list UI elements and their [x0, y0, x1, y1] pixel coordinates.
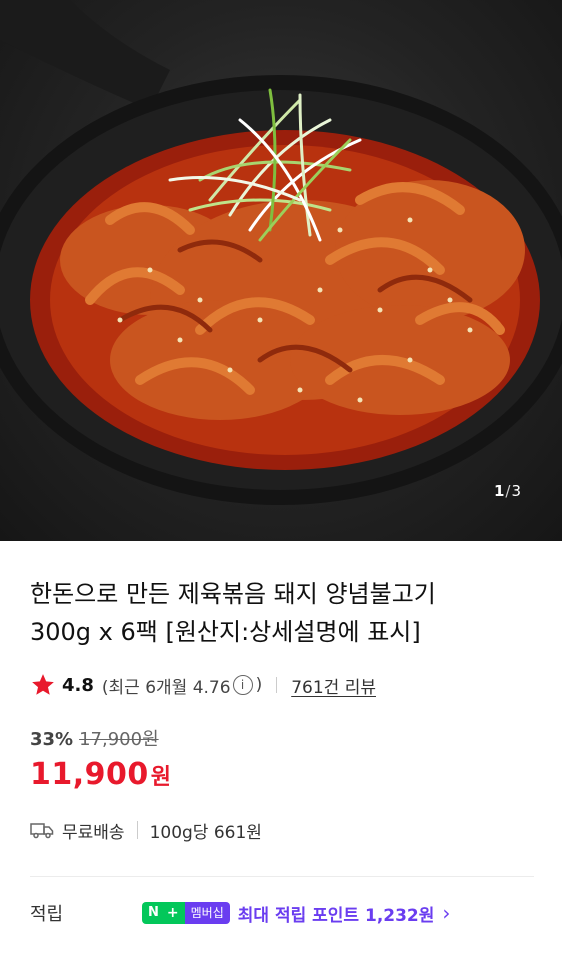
product-title: 한돈으로 만든 제육볶음 돼지 양념불고기 300g x 6팩 [원산지:상세설… [30, 541, 534, 651]
rating-recent: (최근 6개월 4.76 [101, 677, 231, 698]
product-image-gallery[interactable]: 1/3 [0, 0, 562, 541]
chevron-right-icon[interactable]: › [442, 901, 450, 925]
gallery-total: 3 [511, 482, 522, 500]
divider [276, 677, 278, 693]
points-label: 적립 [30, 904, 64, 925]
sale-price-number: 11,900 [30, 757, 149, 792]
sale-price: 11,900 원 [30, 757, 534, 792]
product-title-line1: 한돈으로 만든 제육볶음 돼지 양념불고기 [30, 580, 436, 608]
rating-score: 4.8 [62, 674, 94, 696]
membership-badge: N + 멤버십 [142, 902, 230, 924]
rating-recent-close: ) [255, 675, 263, 695]
discount-rate: 33% [30, 729, 74, 750]
product-info: 한돈으로 만든 제육볶음 돼지 양념불고기 300g x 6팩 [원산지:상세설… [0, 541, 562, 927]
section-divider [30, 876, 534, 877]
divider [136, 821, 138, 839]
gallery-current: 1 [493, 482, 506, 500]
reviews-link[interactable]: 761건 리뷰 [291, 673, 376, 698]
free-shipping: 무료배송 [62, 822, 125, 843]
star-icon [32, 674, 54, 695]
rating-row: 4.8 (최근 6개월 4.76 i ) 761건 리뷰 [30, 671, 534, 699]
shipping-row: 무료배송 100g당 661원 [30, 818, 534, 843]
gallery-counter: 1/3 [494, 482, 522, 500]
discount-row: 33% 17,900원 [30, 725, 534, 751]
plus-icon: + [164, 902, 185, 924]
max-points-text: 최대 적립 포인트 1,232원 [237, 905, 435, 926]
product-title-line2: 300g x 6팩 [원산지:상세설명에 표시] [30, 618, 421, 646]
unit-price: 100g당 661원 [149, 822, 262, 843]
info-icon[interactable]: i [232, 675, 253, 695]
sale-price-unit: 원 [150, 765, 172, 790]
naver-n-icon: N [142, 902, 165, 924]
membership-label: 멤버십 [184, 902, 230, 924]
truck-icon [30, 823, 54, 839]
product-photo [0, 0, 562, 505]
original-price: 17,900원 [79, 729, 159, 750]
points-row[interactable]: 적립 N + 멤버십 최대 적립 포인트 1,232원 › [30, 899, 534, 927]
